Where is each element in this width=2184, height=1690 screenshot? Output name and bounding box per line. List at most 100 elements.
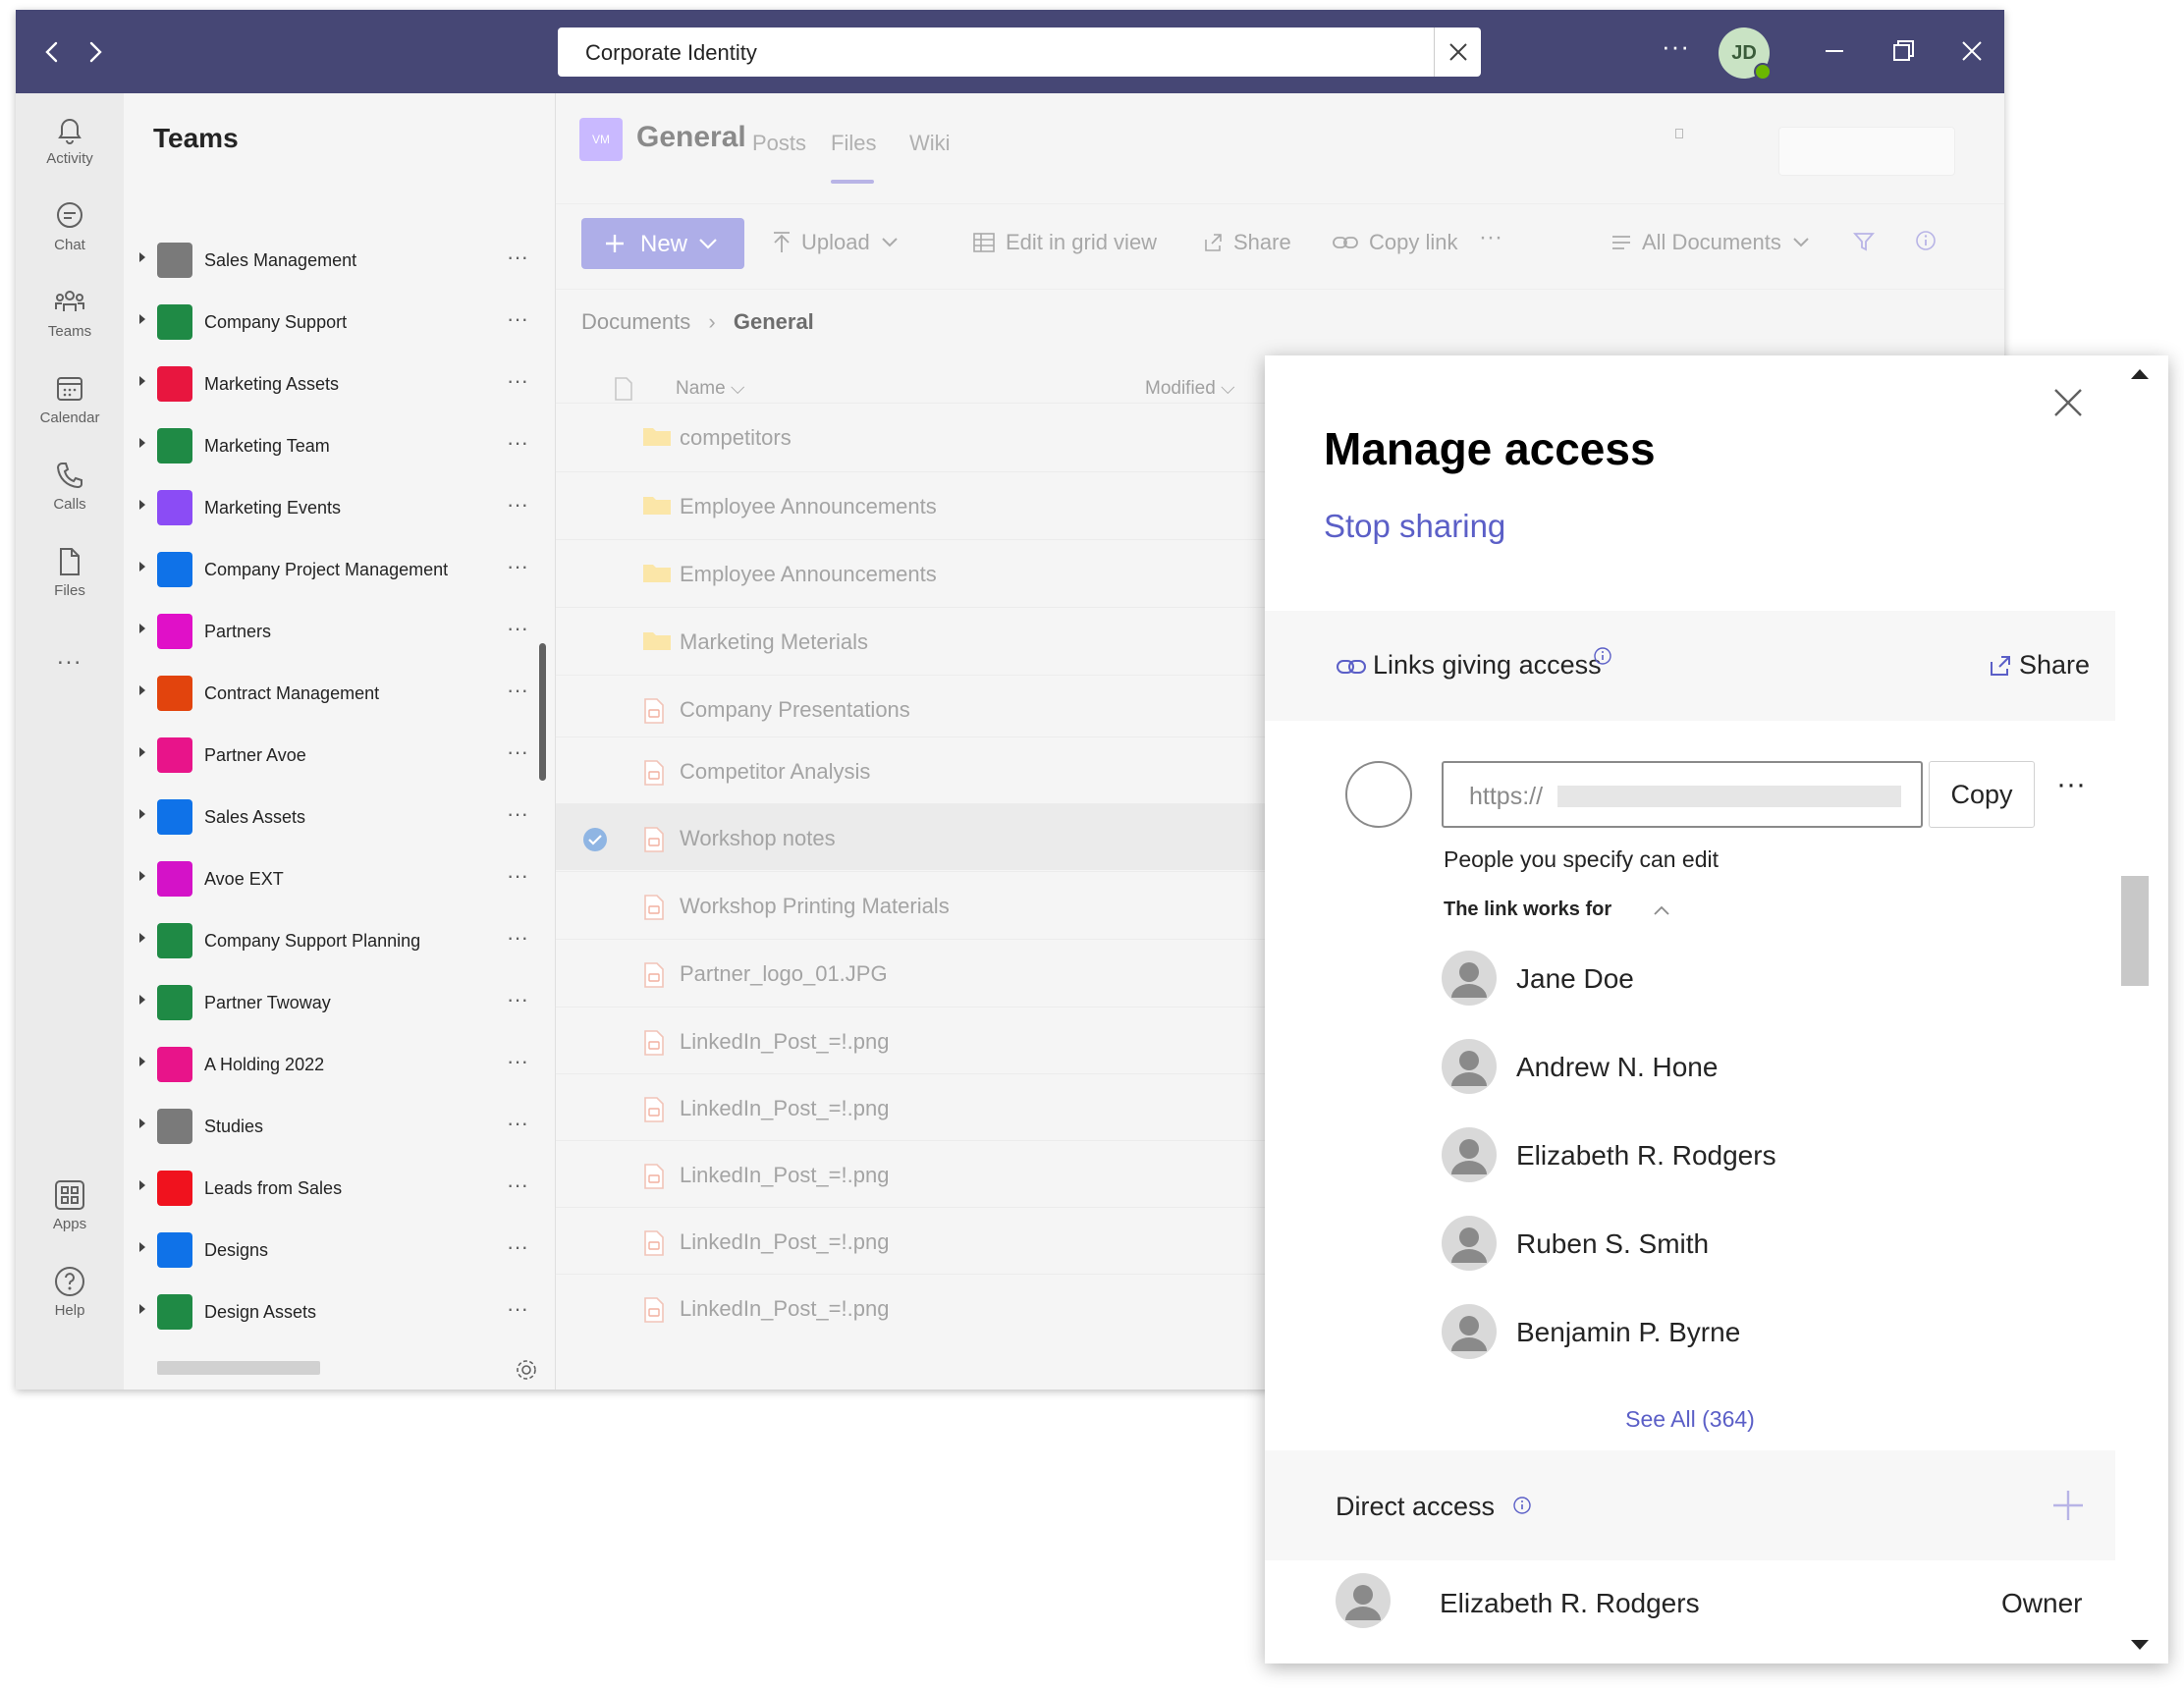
team-more-button[interactable]: ··· (507, 1111, 528, 1136)
filter-icon[interactable] (1852, 230, 1876, 253)
panel-scrollbar-track[interactable] (2115, 355, 2168, 1663)
file-row[interactable]: LinkedIn_Post_=!.png (556, 1274, 1302, 1340)
file-row[interactable]: Workshop Printing Materials (556, 871, 1302, 938)
copy-button[interactable]: Copy (1929, 761, 2035, 828)
back-arrow-icon[interactable] (37, 37, 67, 67)
rail-chat[interactable]: Chat (16, 199, 124, 253)
expand-caret-icon[interactable] (139, 685, 145, 695)
link-works-for-toggle[interactable]: The link works for (1444, 899, 1670, 921)
user-avatar[interactable]: JD (1719, 27, 1772, 81)
team-item[interactable]: Studies ··· (124, 1105, 546, 1148)
teams-scrollbar[interactable] (539, 643, 546, 781)
new-button[interactable]: New (581, 218, 744, 269)
rail-more[interactable]: ... (16, 643, 124, 671)
team-item[interactable]: Company Project Management ··· (124, 548, 546, 591)
team-item[interactable]: Marketing Team ··· (124, 424, 546, 467)
more-options-button[interactable]: ··· (1662, 31, 1690, 62)
edit-grid-button[interactable]: Edit in grid view (972, 230, 1157, 255)
popout-icon[interactable] (1675, 129, 1683, 138)
settings-gear-icon[interactable] (515, 1358, 538, 1382)
expand-caret-icon[interactable] (139, 500, 145, 510)
column-modified[interactable]: Modified ⌵ (1145, 378, 1235, 400)
team-item[interactable]: Avoe EXT ··· (124, 857, 546, 900)
close-window-icon[interactable] (1956, 35, 1988, 67)
team-item[interactable]: Company Support ··· (124, 300, 546, 344)
team-more-button[interactable]: ··· (507, 616, 528, 641)
expand-caret-icon[interactable] (139, 871, 145, 881)
file-row[interactable]: competitors (556, 403, 1302, 469)
rail-files[interactable]: Files (16, 545, 124, 599)
team-item[interactable]: Sales Assets ··· (124, 795, 546, 839)
expand-caret-icon[interactable] (139, 995, 145, 1005)
team-more-button[interactable]: ··· (507, 368, 528, 394)
team-more-button[interactable]: ··· (507, 1172, 528, 1198)
join-team-placeholder[interactable] (157, 1361, 320, 1375)
tab-files[interactable]: Files (831, 131, 876, 156)
meet-button-placeholder[interactable] (1778, 127, 1955, 176)
team-item[interactable]: Company Support Planning ··· (124, 919, 546, 962)
team-more-button[interactable]: ··· (507, 430, 528, 456)
rail-calls[interactable]: Calls (16, 459, 124, 513)
expand-caret-icon[interactable] (139, 376, 145, 386)
team-more-button[interactable]: ··· (507, 1296, 528, 1322)
forward-arrow-icon[interactable] (81, 37, 110, 67)
team-item[interactable]: Partners ··· (124, 610, 546, 653)
team-item[interactable]: Partner Avoe ··· (124, 734, 546, 777)
team-more-button[interactable]: ··· (507, 739, 528, 765)
rail-calendar[interactable]: Calendar (16, 372, 124, 426)
team-item[interactable]: Leads from Sales ··· (124, 1167, 546, 1210)
breadcrumb-root[interactable]: Documents (581, 309, 690, 334)
team-more-button[interactable]: ··· (507, 245, 528, 270)
minimize-icon[interactable] (1819, 35, 1850, 67)
team-more-button[interactable]: ··· (507, 306, 528, 332)
expand-caret-icon[interactable] (139, 314, 145, 324)
link-url-field[interactable]: https:// (1442, 761, 1923, 828)
column-name[interactable]: Name ⌵ (676, 378, 744, 400)
expand-caret-icon[interactable] (139, 562, 145, 572)
team-more-button[interactable]: ··· (507, 492, 528, 518)
expand-caret-icon[interactable] (139, 809, 145, 819)
tab-wiki[interactable]: Wiki (909, 131, 951, 156)
team-item[interactable]: Marketing Assets ··· (124, 362, 546, 406)
expand-caret-icon[interactable] (139, 252, 145, 262)
expand-caret-icon[interactable] (139, 1118, 145, 1128)
search-input[interactable]: Corporate Identity (558, 27, 1481, 77)
file-row[interactable]: Workshop notes (556, 803, 1302, 870)
expand-caret-icon[interactable] (139, 1242, 145, 1252)
close-icon[interactable] (2050, 385, 2086, 420)
file-row[interactable]: LinkedIn_Post_=!.png (556, 1007, 1302, 1073)
team-item[interactable]: Partner Twoway ··· (124, 981, 546, 1024)
expand-caret-icon[interactable] (139, 624, 145, 633)
file-row[interactable]: Competitor Analysis (556, 736, 1302, 803)
team-more-button[interactable]: ··· (507, 678, 528, 703)
team-more-button[interactable]: ··· (507, 1234, 528, 1260)
team-item[interactable]: Sales Management ··· (124, 239, 546, 282)
selected-check-icon[interactable] (583, 828, 607, 851)
panel-share-button[interactable]: Share (1988, 650, 2090, 681)
file-row[interactable]: Employee Announcements (556, 539, 1302, 606)
expand-caret-icon[interactable] (139, 438, 145, 448)
rail-apps[interactable]: Apps (16, 1178, 124, 1232)
file-row[interactable]: Marketing Meterials (556, 607, 1302, 674)
stop-sharing-link[interactable]: Stop sharing (1324, 508, 1505, 545)
team-more-button[interactable]: ··· (507, 554, 528, 579)
team-item[interactable]: A Holding 2022 ··· (124, 1043, 546, 1086)
team-more-button[interactable]: ··· (507, 1049, 528, 1074)
see-all-link[interactable]: See All (364) (1265, 1406, 2115, 1433)
info-icon[interactable] (1915, 230, 1937, 251)
team-more-button[interactable]: ··· (507, 925, 528, 951)
team-item[interactable]: Contract Management ··· (124, 672, 546, 715)
expand-caret-icon[interactable] (139, 1180, 145, 1190)
share-button[interactable]: Share (1202, 230, 1291, 255)
file-row[interactable]: Partner_logo_01.JPG (556, 939, 1302, 1006)
expand-caret-icon[interactable] (139, 747, 145, 757)
team-more-button[interactable]: ··· (507, 987, 528, 1012)
team-item[interactable]: Design Assets ··· (124, 1290, 546, 1334)
team-item[interactable]: Designs ··· (124, 1228, 546, 1272)
rail-activity[interactable]: Activity (16, 113, 124, 167)
upload-button[interactable]: Upload (772, 230, 900, 255)
toolbar-more-button[interactable]: ··· (1479, 224, 1502, 251)
file-row[interactable]: Company Presentations (556, 675, 1302, 741)
file-row[interactable]: LinkedIn_Post_=!.png (556, 1207, 1302, 1274)
copy-link-button[interactable]: Copy link (1332, 230, 1457, 255)
